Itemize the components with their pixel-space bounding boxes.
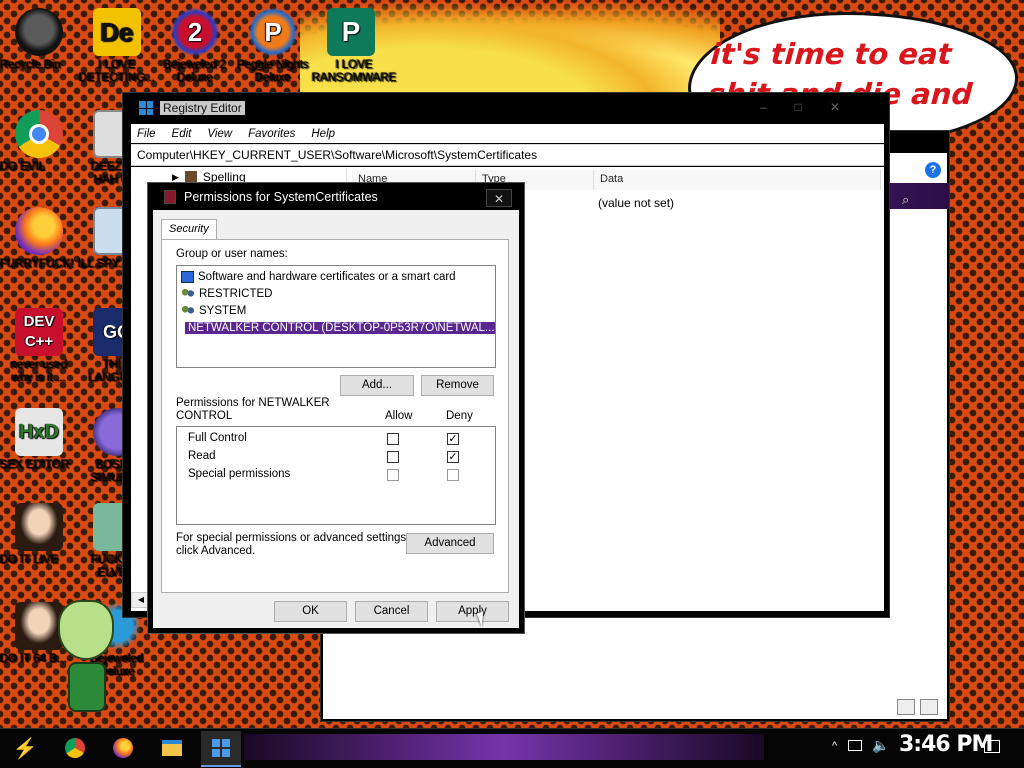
desktop-icon-bejeweled-2[interactable]: 2 Bejeweled 2 Deluxe [156, 8, 234, 84]
perm-read-label: Read [188, 450, 216, 462]
firefox-icon [113, 738, 133, 758]
checkmark-icon: ✓ [448, 433, 458, 445]
permissions-for-label-line2: CONTROL [176, 410, 233, 422]
read-allow-checkbox[interactable] [387, 451, 399, 463]
list-item[interactable]: RESTRICTED [181, 285, 495, 302]
portrait-icon [15, 503, 63, 551]
remove-button[interactable]: Remove [421, 375, 494, 396]
desktop-icon-detect-it-easy[interactable]: De I LOVE DETECTING... [78, 8, 156, 84]
window-controls[interactable]: –□✕ [760, 100, 868, 114]
peggle-icon: P [249, 8, 297, 56]
regedit-icon [212, 739, 230, 757]
publisher-icon: P [327, 8, 375, 56]
desktop-icon-recycle-bin[interactable]: Recycle Bin [0, 8, 78, 71]
perm-special-label: Special permissions [188, 468, 291, 480]
notification-icon[interactable] [984, 740, 1000, 753]
taskbar-file-explorer[interactable] [157, 734, 187, 762]
taskbar-firefox[interactable] [108, 734, 138, 762]
taskbar-decoration [244, 734, 764, 760]
search-icon[interactable]: ⌕ [902, 192, 909, 208]
list-item[interactable]: SYSTEM [181, 302, 495, 319]
taskbar-chrome[interactable] [60, 734, 90, 762]
special-allow-checkbox [387, 469, 399, 481]
menu-file[interactable]: File [137, 128, 156, 140]
read-deny-checkbox[interactable]: ✓ [447, 451, 459, 463]
checkmark-icon: ✓ [448, 451, 458, 463]
desktop-icon-do-evil[interactable]: DO EVIL [0, 110, 78, 173]
taskbar-regedit[interactable] [201, 731, 241, 767]
advanced-hint-line2: click Advanced. [176, 545, 256, 557]
value-data[interactable]: (value not set) [598, 196, 674, 210]
hxd-icon: HxD [15, 408, 63, 456]
start-icon: ⚡ [12, 737, 38, 760]
menu-edit[interactable]: Edit [172, 128, 192, 140]
deny-header: Deny [446, 410, 473, 422]
full-control-allow-checkbox[interactable] [387, 433, 399, 445]
dialog-title: Permissions for SystemCertificates [184, 190, 378, 204]
taskbar-clock[interactable]: 3:46 PM [899, 732, 993, 757]
regedit-icon [139, 101, 153, 115]
users-group-icon [181, 304, 195, 317]
start-button[interactable]: ⚡ [10, 734, 40, 762]
bejeweled-icon: 2 [171, 8, 219, 56]
desktop-icon-peggle[interactable]: P Peggle Nights Deluxe [234, 8, 312, 84]
special-deny-checkbox [447, 469, 459, 481]
ok-button[interactable]: OK [274, 601, 347, 622]
chrome-icon [15, 110, 63, 158]
desktop-icon-do-it-live[interactable]: DO IT LIVE [0, 503, 78, 566]
address-bar[interactable]: Computer\HKEY_CURRENT_USER\Software\Micr… [131, 144, 884, 166]
menu-help[interactable]: Help [311, 128, 335, 140]
chrome-icon [65, 738, 85, 758]
firefox-icon [15, 207, 63, 255]
list-item[interactable]: Software and hardware certificates or a … [181, 268, 495, 285]
close-icon: ✕ [493, 192, 505, 206]
desktop-icon-hxd[interactable]: HxD SEX EDITOR [0, 408, 78, 471]
desktop-icon-devcpp[interactable]: DEV C++ never used why is it ... [0, 308, 78, 384]
certificate-icon [181, 270, 194, 283]
expand-arrow-icon[interactable]: ▶ [172, 172, 179, 183]
help-icon[interactable]: ? [925, 162, 941, 178]
full-control-deny-checkbox[interactable]: ✓ [447, 433, 459, 445]
dialog-close-button[interactable]: ✕ [486, 189, 512, 207]
details-view-icon[interactable] [897, 699, 915, 715]
permissions-for-label-line1: Permissions for NETWALKER [176, 397, 330, 409]
tab-security[interactable]: Security [161, 219, 217, 239]
detect-it-easy-icon: De [93, 8, 141, 56]
advanced-button[interactable]: Advanced [406, 533, 494, 554]
perm-full-control-label: Full Control [188, 432, 247, 444]
cartoon-character [48, 600, 128, 728]
desktop-icon-furryfuck[interactable]: FURRYFUCK! [0, 207, 78, 270]
add-button[interactable]: Add... [340, 375, 414, 396]
large-icons-view-icon[interactable] [920, 699, 938, 715]
regedit-menubar: File Edit View Favorites Help [131, 124, 884, 143]
menu-view[interactable]: View [207, 128, 232, 140]
dialog-app-icon [164, 190, 176, 204]
file-explorer-icon [162, 740, 182, 756]
advanced-hint-line1: For special permissions or advanced sett… [176, 532, 410, 544]
users-group-icon [181, 287, 195, 300]
column-data[interactable]: Data [594, 170, 881, 190]
devcpp-icon: DEV C++ [15, 308, 63, 356]
recycle-bin-icon [15, 8, 63, 56]
network-icon[interactable] [848, 740, 862, 751]
menu-favorites[interactable]: Favorites [248, 128, 295, 140]
volume-icon[interactable]: 🔈 [872, 737, 889, 754]
regedit-title: Registry Editor [160, 101, 245, 115]
group-names-label: Group or user names: [176, 248, 288, 260]
allow-header: Allow [385, 410, 413, 422]
permissions-list: Full Control ✓ Read ✓ Special permission… [176, 426, 496, 525]
desktop-icon-ransomware[interactable]: P I LOVE RANSOMWARE [312, 8, 397, 84]
cancel-button[interactable]: Cancel [355, 601, 428, 622]
chevron-up-icon[interactable]: ^ [832, 740, 837, 752]
user-list[interactable]: Software and hardware certificates or a … [176, 265, 496, 368]
apply-button[interactable]: Apply [436, 601, 509, 622]
list-item-selected[interactable]: NETWALKER CONTROL (DESKTOP-0P53R7O\NETWA… [181, 319, 495, 336]
